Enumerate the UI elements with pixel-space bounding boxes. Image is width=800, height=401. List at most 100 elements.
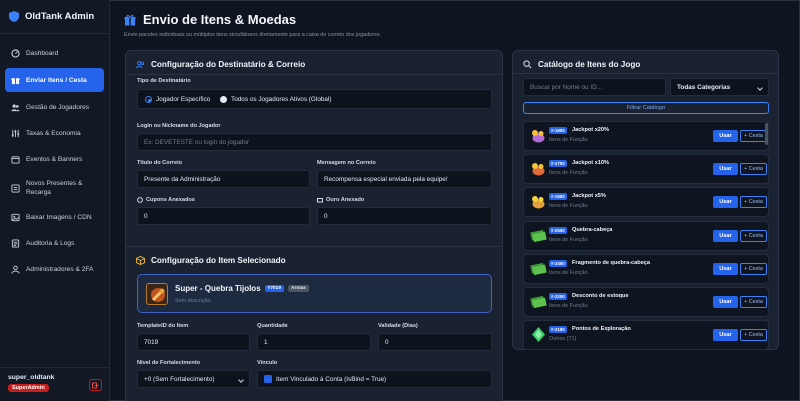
sidebar-item-players[interactable]: Gestão de Jogadores bbox=[5, 96, 104, 118]
filter-catalog-button[interactable]: Filtrar Catálogo bbox=[523, 102, 769, 114]
use-button[interactable]: Usar bbox=[713, 262, 738, 275]
item-id-badge: #-2500 bbox=[549, 226, 567, 234]
item-description: Sem descrição bbox=[175, 298, 211, 304]
sidebar-item-gifts[interactable]: Novos Presentes & Recarga bbox=[5, 174, 104, 202]
coupons-label: Cupons Anexados bbox=[137, 197, 195, 203]
shield-icon bbox=[9, 11, 19, 22]
sidebar-item-dashboard[interactable]: Dashboard bbox=[5, 42, 104, 64]
coin-bag-icon bbox=[532, 130, 545, 143]
item-name: Quebra-cabeça bbox=[572, 226, 613, 233]
sidebar-item-label: Novos Presentes & Recarga bbox=[26, 180, 83, 196]
dashboard-icon bbox=[11, 48, 20, 58]
calendar-icon bbox=[11, 155, 20, 164]
quantity-label: Quantidade bbox=[257, 323, 288, 329]
item-name: Desconto de estoque bbox=[572, 292, 629, 299]
use-button[interactable]: Usar bbox=[713, 130, 738, 142]
validity-label: Validade (Dias) bbox=[378, 323, 418, 329]
validity-input[interactable]: 0 bbox=[378, 333, 492, 351]
catalog-item[interactable]: #-1600 Jackpot x5% Itens de Função Usar … bbox=[523, 187, 769, 218]
catalog-item[interactable]: #-1800 Jackpot x20% Itens de Função Usar… bbox=[523, 121, 769, 151]
catalog-item[interactable]: #-1700 Jackpot x10% Itens de Função Usar… bbox=[523, 154, 769, 185]
radio-specific-player[interactable]: Jogador Específico bbox=[145, 96, 210, 103]
download-icon bbox=[11, 213, 20, 221]
quantity-input[interactable]: 1 bbox=[257, 333, 371, 351]
divider bbox=[126, 74, 502, 75]
strength-select[interactable]: +0 (Sem Fortalecimento) bbox=[137, 370, 250, 388]
add-basket-button[interactable]: + Cesta bbox=[740, 130, 767, 142]
add-basket-button[interactable]: + Cesta bbox=[740, 163, 767, 176]
use-button[interactable]: Usar bbox=[713, 295, 738, 308]
template-input[interactable]: 7019 bbox=[137, 333, 250, 351]
brand: OldTank Admin bbox=[0, 0, 109, 34]
catalog-list: #-1800 Jackpot x20% Itens de Função Usar… bbox=[523, 121, 769, 353]
login-input[interactable]: Ex: DEVETESTE ou login do jogador bbox=[137, 133, 492, 151]
item-category: Itens de Função bbox=[549, 236, 588, 243]
gold-input[interactable]: 0 bbox=[317, 207, 492, 225]
item-category: Itens de Função bbox=[549, 269, 588, 276]
use-button[interactable]: Usar bbox=[713, 229, 738, 242]
sidebar-item-economy[interactable]: Taxas & Economia bbox=[5, 122, 104, 144]
sidebar-item-label: Gestão de Jogadores bbox=[26, 103, 90, 111]
item-name: Jackpot x10% bbox=[572, 160, 610, 167]
radio-on-icon bbox=[145, 96, 152, 103]
user-panel: super_oldtank SuperAdmin bbox=[0, 367, 110, 401]
item-category: Itens de Função bbox=[549, 170, 588, 177]
catalog-item[interactable]: #-2400 Fragmento de quebra-cabeça Itens … bbox=[523, 253, 769, 284]
radio-all-players[interactable]: Todos os Jogadores Ativos (Global) bbox=[220, 96, 332, 103]
item-id-badge: #-2200 bbox=[549, 292, 567, 300]
gift-icon bbox=[124, 14, 136, 25]
item-id-badge: #-1800 bbox=[549, 127, 567, 134]
catalog-scrollbar[interactable] bbox=[765, 123, 768, 145]
sidebar-item-label: Administradores & 2FA bbox=[26, 265, 94, 273]
mail-message-label: Mensagem no Correio bbox=[317, 160, 376, 166]
cube-icon bbox=[136, 256, 145, 265]
use-button[interactable]: Usar bbox=[713, 196, 738, 209]
sidebar-item-admins[interactable]: Administradores & 2FA bbox=[5, 258, 104, 280]
chevron-down-icon bbox=[757, 85, 763, 91]
recipient-type-label: Tipo de Destinatário bbox=[137, 78, 191, 84]
item-category-tag: Armas bbox=[288, 285, 309, 292]
mail-title-input[interactable]: Presente da Administração bbox=[137, 170, 310, 188]
logout-button[interactable] bbox=[89, 379, 102, 391]
add-basket-button[interactable]: + Cesta bbox=[740, 262, 767, 275]
sidebar-item-send-items[interactable]: Enviar Itens / Cesta bbox=[5, 68, 104, 92]
item-name: Jackpot x20% bbox=[572, 127, 610, 133]
sidebar-item-cdn[interactable]: Baixar Imagens / CDN bbox=[5, 206, 104, 228]
add-basket-button[interactable]: + Cesta bbox=[740, 295, 767, 308]
divider bbox=[126, 246, 502, 247]
catalog-item[interactable]: #-2500 Quebra-cabeça Itens de Função Usa… bbox=[523, 220, 769, 251]
use-button[interactable]: Usar bbox=[713, 163, 738, 176]
sidebar-item-label: Baixar Imagens / CDN bbox=[26, 213, 92, 221]
mail-message-input[interactable]: Recompensa especial enviada pela equipe! bbox=[317, 170, 492, 188]
catalog-item[interactable]: #-2200 Desconto de estoque Itens de Funç… bbox=[523, 286, 769, 317]
sidebar-item-label: Enviar Itens / Cesta bbox=[26, 76, 87, 84]
add-basket-button[interactable]: + Cesta bbox=[740, 229, 767, 242]
template-label: TemplateID do Item bbox=[137, 323, 189, 329]
users-icon bbox=[136, 61, 145, 69]
add-basket-button[interactable]: + Cesta bbox=[740, 196, 767, 209]
sidebar-item-audit[interactable]: Auditoria & Logs bbox=[5, 232, 104, 254]
chevron-down-icon bbox=[238, 377, 244, 383]
page-header: Envio de Itens & Moedas Envie pacotes in… bbox=[124, 12, 381, 38]
bind-checkbox-field[interactable]: Item Vinculado à Conta (IsBind = True) bbox=[257, 370, 492, 388]
gift-box-icon bbox=[11, 183, 20, 193]
divider bbox=[513, 73, 778, 74]
coupons-input[interactable]: 0 bbox=[137, 207, 310, 225]
sliders-icon bbox=[11, 129, 20, 137]
search-icon bbox=[523, 60, 532, 69]
category-select[interactable]: Todas Categorias bbox=[670, 78, 769, 96]
cash-stack-icon bbox=[530, 229, 547, 242]
sidebar-nav: Dashboard Enviar Itens / Cesta Gestão de… bbox=[0, 34, 109, 280]
catalog-search-input[interactable]: Buscar por Nome ou ID... bbox=[523, 78, 666, 96]
add-basket-button[interactable]: + Cesta bbox=[740, 329, 767, 342]
catalog-item[interactable]: #-2100 Pontos de Exploração Outros (71) … bbox=[523, 320, 769, 351]
item-name: Pontos de Exploração bbox=[572, 326, 631, 333]
item-id-badge: #-2100 bbox=[549, 326, 567, 334]
strength-label: Nível de Fortalecimento bbox=[137, 360, 201, 366]
use-button[interactable]: Usar bbox=[713, 329, 738, 342]
item-category: Outros (71) bbox=[549, 336, 577, 343]
page-subtitle: Envie pacotes individuais ou múltiplos i… bbox=[124, 32, 382, 38]
sidebar-item-events[interactable]: Eventos & Banners bbox=[5, 148, 104, 170]
green-gem-icon bbox=[532, 327, 545, 343]
users-icon bbox=[11, 104, 20, 111]
